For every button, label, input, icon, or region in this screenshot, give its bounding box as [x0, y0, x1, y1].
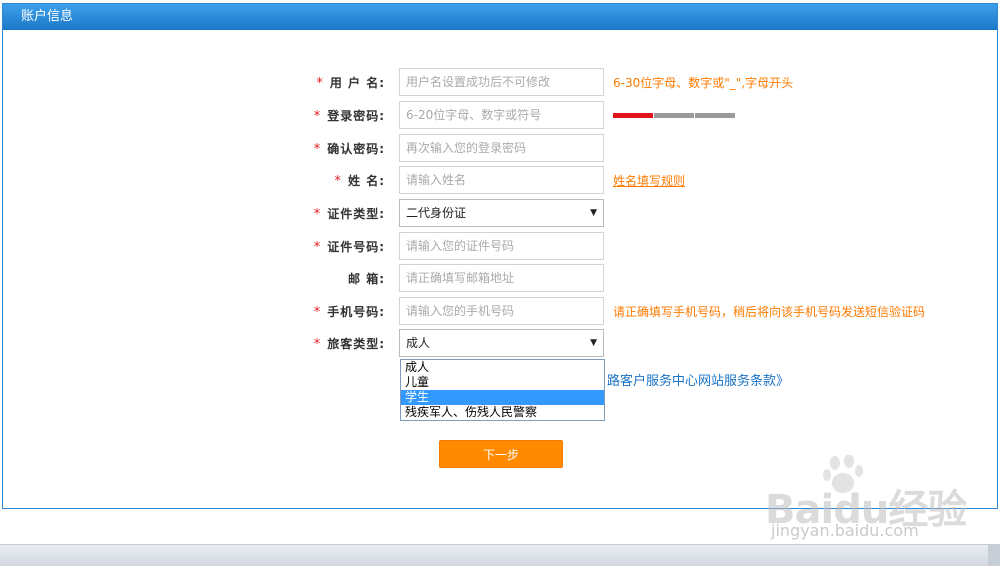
- phone-hint: 请正确填写手机号码，稍后将向该手机号码发送短信验证码: [613, 305, 926, 319]
- id-number-label: * 证件号码:: [313, 240, 385, 255]
- dropdown-option[interactable]: 成人: [401, 360, 604, 375]
- name-row: * 姓 名: 请输入姓名 姓名填写规则: [3, 166, 997, 196]
- id-type-value: 二代身份证: [406, 206, 467, 220]
- passenger-type-dropdown: 成人 儿童 学生 残疾军人、伤残人民警察: [400, 359, 605, 421]
- password-label: * 登录密码:: [313, 109, 385, 124]
- email-row: 邮 箱: 请正确填写邮箱地址: [3, 264, 997, 294]
- bottom-scrollbar[interactable]: [0, 544, 1000, 566]
- baidu-jingyan-watermark: Baidu经验 jingyan.baidu.com: [765, 455, 985, 545]
- dropdown-option[interactable]: 儿童: [401, 375, 604, 390]
- dropdown-option[interactable]: 残疾军人、伤残人民警察: [401, 405, 604, 420]
- terms-link[interactable]: 路客户服务中心网站服务条款》: [607, 370, 789, 389]
- name-input[interactable]: 请输入姓名: [399, 166, 604, 194]
- panel-title: 账户信息: [3, 4, 997, 30]
- account-info-panel: 账户信息 * 用 户 名: 用户名设置成功后不可修改 6-30位字母、数字或"_"…: [2, 3, 998, 509]
- scrollbar-end-button[interactable]: [988, 545, 1000, 566]
- strength-segment-3: [695, 113, 735, 118]
- confirm-password-input[interactable]: 再次输入您的登录密码: [399, 134, 604, 162]
- watermark-url: jingyan.baidu.com: [771, 521, 919, 540]
- strength-segment-1: [613, 113, 653, 118]
- dropdown-arrow-icon: ▼: [590, 338, 597, 348]
- confirm-password-label: * 确认密码:: [313, 142, 385, 157]
- dropdown-arrow-icon: ▼: [590, 208, 597, 218]
- next-step-button[interactable]: 下一步: [439, 440, 563, 468]
- dropdown-option-highlighted[interactable]: 学生: [401, 390, 604, 405]
- passenger-type-row: * 旅客类型: 成人 ▼: [3, 329, 997, 359]
- strength-segment-2: [654, 113, 694, 118]
- username-hint: 6-30位字母、数字或"_",字母开头: [613, 76, 794, 90]
- passenger-type-label: * 旅客类型:: [313, 337, 385, 352]
- password-input[interactable]: 6-20位字母、数字或符号: [399, 101, 604, 129]
- phone-input[interactable]: 请输入您的手机号码: [399, 297, 604, 325]
- name-rules-link[interactable]: 姓名填写规则: [613, 166, 685, 196]
- username-row: * 用 户 名: 用户名设置成功后不可修改 6-30位字母、数字或"_",字母开头: [3, 68, 997, 98]
- email-input[interactable]: 请正确填写邮箱地址: [399, 264, 604, 292]
- id-type-label: * 证件类型:: [313, 207, 385, 222]
- password-strength-meter: [613, 113, 736, 118]
- id-type-row: * 证件类型: 二代身份证 ▼: [3, 199, 997, 229]
- confirm-password-row: * 确认密码: 再次输入您的登录密码: [3, 134, 997, 164]
- username-label: * 用 户 名:: [316, 76, 385, 91]
- phone-label: * 手机号码:: [313, 305, 385, 320]
- id-number-input[interactable]: 请输入您的证件号码: [399, 232, 604, 260]
- password-row: * 登录密码: 6-20位字母、数字或符号: [3, 101, 997, 131]
- passenger-type-value: 成人: [406, 336, 431, 350]
- phone-row: * 手机号码: 请输入您的手机号码 请正确填写手机号码，稍后将向该手机号码发送短信…: [3, 297, 997, 327]
- id-type-select[interactable]: 二代身份证 ▼: [399, 199, 604, 227]
- name-label: * 姓 名:: [334, 174, 385, 189]
- passenger-type-select[interactable]: 成人 ▼: [399, 329, 604, 357]
- id-number-row: * 证件号码: 请输入您的证件号码: [3, 232, 997, 262]
- email-label: 邮 箱:: [348, 272, 385, 286]
- username-input[interactable]: 用户名设置成功后不可修改: [399, 68, 604, 96]
